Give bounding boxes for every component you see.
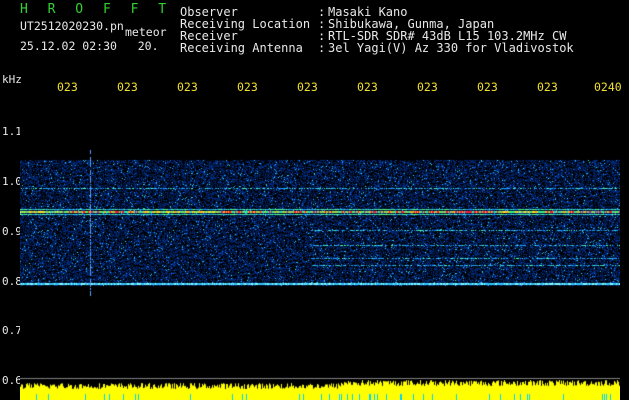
info-value-antenna: 3el Yagi(V) Az 330 for Vladivostok: [328, 41, 574, 55]
amplitude-canvas: [20, 380, 620, 400]
datetime: 25.12.02 02:30 20.: [20, 40, 159, 52]
datetime-extra: 20.: [137, 39, 159, 53]
file-tag: meteor: [125, 25, 167, 39]
x-tick-label: 0240: [594, 80, 622, 94]
y-tick-label: 1.1: [2, 125, 22, 138]
x-tick-label: 023: [477, 80, 498, 94]
y-tick-label: 0.8: [2, 275, 22, 288]
x-tick-label: 023: [537, 80, 558, 94]
unit-label: kHz: [2, 73, 22, 86]
x-tick-label: 023: [117, 80, 138, 94]
spectrogram-canvas: [20, 93, 620, 380]
file-name: UT2512020230.pn: [20, 19, 124, 33]
x-tick-label: 023: [357, 80, 378, 94]
x-tick-label: 023: [57, 80, 78, 94]
x-tick-label: 023: [417, 80, 438, 94]
y-tick-label: 0.7: [2, 324, 22, 337]
info-sep-antenna: :: [318, 41, 326, 55]
y-tick-label: 0.9: [2, 225, 22, 238]
x-tick-label: 023: [297, 80, 318, 94]
info-label-antenna: Receiving Antenna: [180, 41, 303, 55]
x-tick-label: 023: [237, 80, 258, 94]
app-title: H R O F F T: [20, 2, 173, 17]
y-tick-label: 1.0: [2, 175, 22, 188]
x-tick-label: 023: [177, 80, 198, 94]
datetime-value: 25.12.02 02:30: [20, 39, 117, 53]
y-tick-label: 0.6: [2, 374, 22, 387]
